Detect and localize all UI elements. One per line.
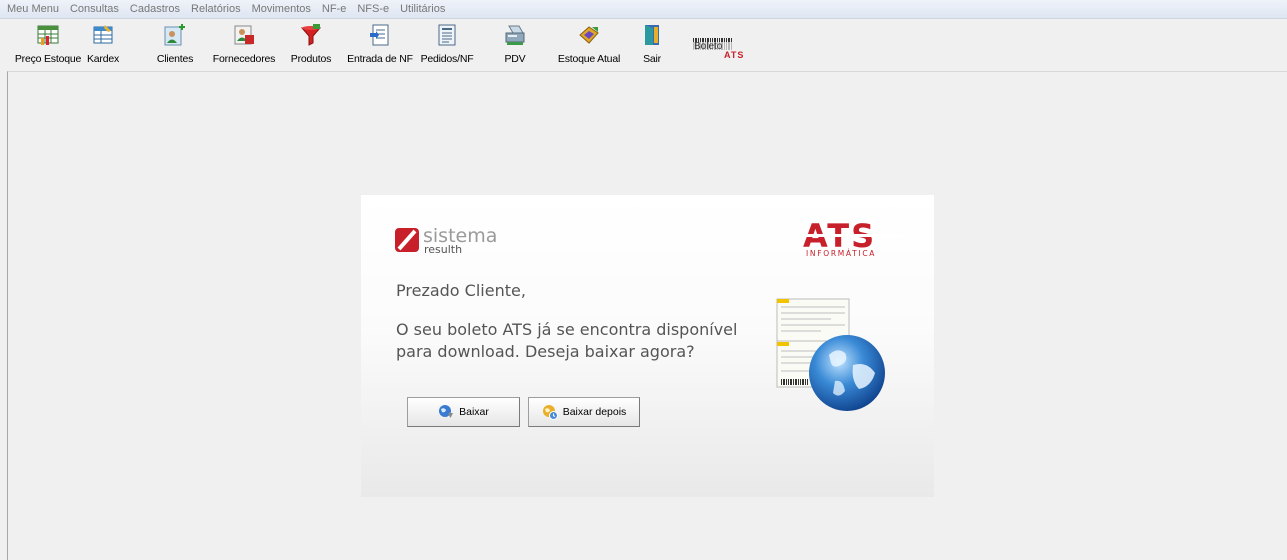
estoque-atual-button[interactable]: Estoque Atual [556,23,622,69]
preco-estoque-button[interactable]: Preço Estoque [6,23,90,69]
cash-register-icon [505,25,525,45]
toolbar: Preço Estoque Kardex Clientes Fornecedor… [0,19,1287,71]
sair-button[interactable]: Sair [640,23,664,69]
menu-utilitarios[interactable]: Utilitários [398,3,447,15]
menu-movimentos[interactable]: Movimentos [250,3,313,15]
resulth-logo-icon: sistema resulth [395,225,497,256]
boleto-logo-text: Boleto [694,41,723,52]
message-text: O seu boleto ATS já se encontra disponív… [396,320,738,361]
brand-left-sub: resulth [424,243,462,256]
menu-bar: Meu Menu Consultas Cadastros Relatórios … [0,0,1287,19]
boleto-globe-icon [776,298,885,411]
document-list-icon [438,24,456,46]
boleto-ats-logo[interactable]: Boleto ATS [692,37,754,61]
menu-consultas[interactable]: Consultas [68,3,121,15]
baixar-depois-label: Baixar depois [562,406,627,418]
download-globe-icon [439,405,454,418]
boleto-globe-illustration [771,295,891,415]
ats-logo-icon: ATS INFORMÁTICA [801,217,901,258]
boleto-dialog: sistema resulth ATS INFORMÁTICA Prezado … [361,195,934,497]
box-icon [579,26,599,44]
menu-meu-menu[interactable]: Meu Menu [5,3,61,15]
barcode-icon: Boleto ATS [693,38,744,60]
exit-door-icon [645,25,659,45]
baixar-depois-button[interactable]: Baixar depois [528,397,640,427]
kardex-label: Kardex [86,53,120,65]
baixar-button[interactable]: Baixar [407,397,520,427]
produtos-button[interactable]: Produtos [289,23,333,69]
produtos-label: Produtos [290,53,332,65]
download-later-icon [542,405,558,420]
fornecedores-button[interactable]: Fornecedores [211,23,277,69]
fornecedores-label: Fornecedores [212,53,276,65]
sistema-resulth-logo: sistema resulth [393,222,523,256]
brand-right-sub: INFORMÁTICA [806,249,876,257]
clientes-button[interactable]: Clientes [156,23,194,69]
supplier-icon [234,25,254,45]
menu-cadastros[interactable]: Cadastros [128,3,182,15]
document-import-icon [370,24,389,46]
clientes-label: Clientes [156,53,194,65]
funnel-icon [300,24,322,46]
estoque-atual-label: Estoque Atual [557,53,621,65]
entrada-nf-button[interactable]: Entrada de NF [344,23,416,69]
menu-nfe[interactable]: NF-e [320,3,348,15]
pedidos-nf-button[interactable]: Pedidos/NF [419,23,475,69]
entrada-nf-label: Entrada de NF [347,53,413,65]
greeting-text: Prezado Cliente, [396,281,526,300]
pedidos-nf-label: Pedidos/NF [420,53,474,65]
table-edit-icon [93,25,113,44]
pdv-button[interactable]: PDV [500,23,530,69]
spreadsheet-chart-icon [37,25,59,45]
baixar-label: Baixar [459,406,489,418]
sair-label: Sair [643,53,661,65]
kardex-button[interactable]: Kardex [86,23,120,69]
menu-nfse[interactable]: NFS-e [355,3,391,15]
preco-estoque-label: Preço Estoque [14,53,82,65]
ats-informatica-logo: ATS INFORMÁTICA [801,217,901,258]
pdv-label: PDV [504,53,526,65]
menu-relatorios[interactable]: Relatórios [189,3,243,15]
add-user-icon [164,24,185,46]
boleto-logo-brand: ATS [724,50,744,60]
